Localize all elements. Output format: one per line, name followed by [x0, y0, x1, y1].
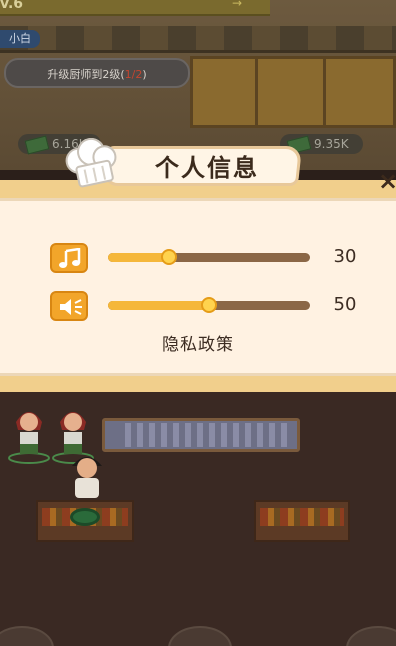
music-setting-row: 30: [0, 240, 396, 276]
chef-character: [72, 457, 102, 498]
restaurant-awning: [0, 26, 396, 53]
music-slider-thumb[interactable]: [160, 249, 177, 265]
music-note-icon: [59, 248, 81, 268]
task-bubble[interactable]: 升级厨师到2级(1/2): [4, 58, 190, 88]
dining-table: [102, 418, 300, 452]
music-slider-fill: [108, 253, 169, 262]
rank-badge: 小白: [0, 30, 40, 48]
sound-slider-thumb[interactable]: [201, 297, 217, 313]
sound-toggle-button[interactable]: [50, 291, 88, 321]
level-arrow-icon: →: [232, 0, 243, 10]
task-text-prefix: 升级厨师到2级(: [47, 68, 125, 81]
sound-slider-fill: [108, 301, 209, 310]
game-scene: v.6 → 小白 升级厨师到2级(1/2) 6.16K 9.35K 个人信息 ×: [0, 0, 396, 646]
music-volume-value: 30: [333, 246, 357, 267]
level-progress-bar: v.6 →: [0, 0, 270, 16]
grill-plate: [70, 508, 100, 526]
privacy-policy-link[interactable]: 隐私政策: [140, 330, 256, 355]
task-text-suffix: ): [142, 68, 147, 81]
money-right-value: 9.35K: [314, 137, 349, 151]
music-toggle-button[interactable]: [50, 243, 88, 273]
close-button[interactable]: ×: [378, 166, 396, 196]
level-label: v.6: [0, 0, 24, 12]
sound-setting-row: 50: [0, 288, 396, 324]
settings-dialog: [0, 180, 396, 392]
task-progress: 1/2: [124, 68, 143, 81]
food-skewers: [260, 508, 344, 526]
speaker-icon: [60, 299, 82, 315]
grill-counter-right[interactable]: [254, 500, 350, 542]
sound-volume-slider[interactable]: [108, 297, 310, 313]
restaurant-windows: [190, 56, 396, 128]
chef-hat-icon: [65, 138, 117, 188]
sound-volume-value: 50: [333, 294, 357, 315]
music-volume-slider[interactable]: [108, 249, 310, 265]
dialog-title: 个人信息: [155, 154, 259, 182]
waitress-character: [8, 412, 50, 464]
cash-icon: [24, 135, 50, 155]
